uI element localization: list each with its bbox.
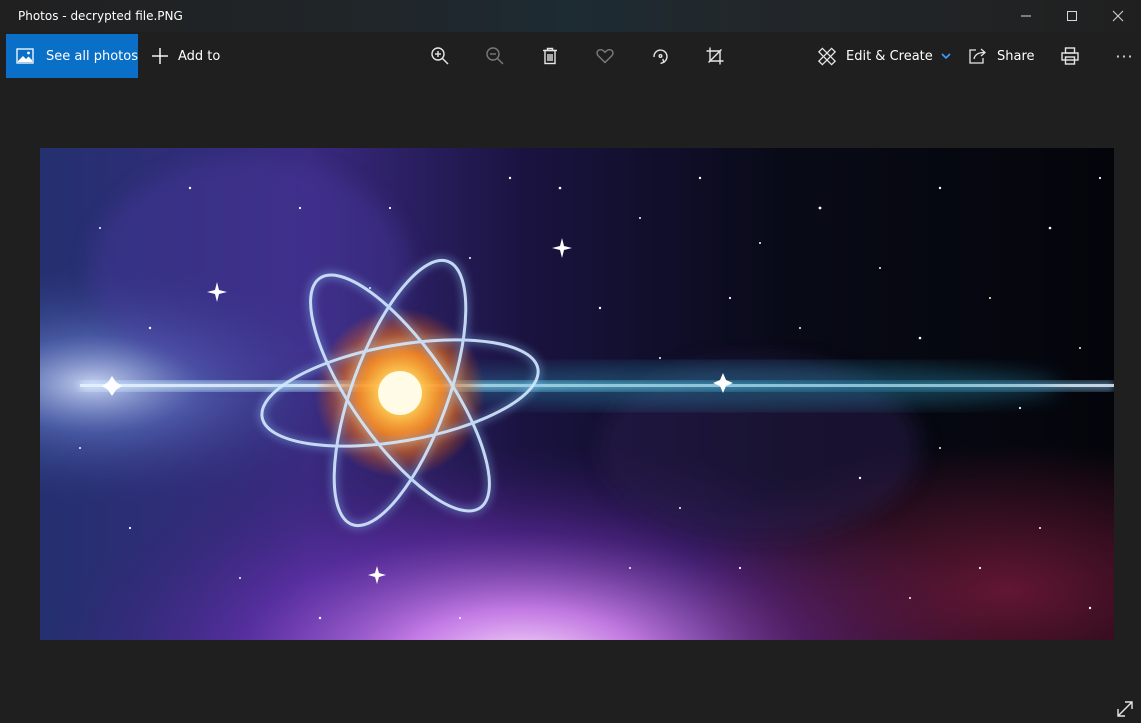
more-options-button[interactable]: ··· (1108, 34, 1141, 78)
rotate-button[interactable] (642, 34, 678, 78)
plus-icon (152, 48, 168, 64)
close-button[interactable] (1095, 0, 1141, 32)
window-title: Photos - decrypted file.PNG (18, 9, 183, 23)
delete-icon (543, 47, 557, 65)
zoom-in-button[interactable] (422, 34, 458, 78)
photos-app-window: Photos - decrypted file.PNG See all phot… (0, 0, 1141, 723)
add-to-label: Add to (178, 48, 221, 64)
window-controls (1003, 0, 1141, 32)
print-button[interactable] (1052, 34, 1088, 78)
expand-icon (1117, 701, 1133, 717)
see-all-photos-label: See all photos (46, 48, 138, 64)
rotate-icon (653, 49, 668, 65)
close-icon (1112, 10, 1124, 22)
minimize-icon (1021, 15, 1031, 17)
zoom-in-icon (431, 47, 449, 65)
full-screen-button[interactable] (1115, 699, 1135, 719)
toolbar: See all photos Add to Edit & Create Shar… (0, 34, 1141, 78)
edit-create-icon (817, 47, 837, 66)
add-to-button[interactable]: Add to (150, 34, 220, 78)
heart-icon (596, 48, 614, 64)
delete-button[interactable] (532, 34, 568, 78)
favorite-button[interactable] (587, 34, 623, 78)
zoom-out-button[interactable] (477, 34, 513, 78)
see-all-photos-button[interactable]: See all photos (6, 34, 138, 78)
chevron-down-icon (941, 52, 951, 60)
edit-create-button[interactable]: Edit & Create (816, 34, 951, 78)
maximize-icon (1067, 11, 1077, 21)
share-icon (969, 48, 986, 64)
edit-create-label: Edit & Create (846, 48, 933, 64)
maximize-button[interactable] (1049, 0, 1095, 32)
share-button[interactable]: Share (968, 34, 1035, 78)
minimize-button[interactable] (1003, 0, 1049, 32)
print-icon (1061, 47, 1079, 65)
atom-space-photo (40, 148, 1114, 640)
share-label: Share (997, 48, 1035, 64)
crop-button[interactable] (697, 34, 733, 78)
crop-icon (706, 47, 724, 65)
title-bar: Photos - decrypted file.PNG (0, 0, 1141, 32)
photos-icon (16, 48, 34, 64)
photo-viewer-image (40, 148, 1114, 640)
zoom-out-icon (486, 47, 504, 65)
